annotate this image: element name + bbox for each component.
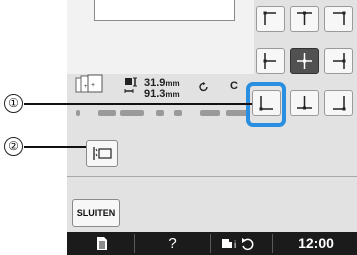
- position-button-center-left[interactable]: [256, 48, 285, 74]
- position-button-top-left[interactable]: [256, 6, 285, 32]
- position-button-top-right[interactable]: [324, 6, 353, 32]
- size-icon: [124, 77, 137, 93]
- bottom-bar-separator: [272, 234, 273, 253]
- basting-icon: [93, 147, 112, 160]
- document-icon[interactable]: [96, 236, 108, 251]
- bottom-bar-separator: [210, 234, 211, 253]
- edge-top-center-icon: [297, 11, 312, 25]
- position-button-center[interactable]: [290, 48, 319, 74]
- position-button-top-center[interactable]: [290, 6, 319, 32]
- position-button-center-right[interactable]: [324, 48, 353, 74]
- svg-text:+: +: [84, 84, 88, 90]
- position-button-bottom-center[interactable]: [290, 90, 319, 116]
- callout-2: ②: [4, 137, 23, 156]
- center-cross-icon: [297, 53, 312, 69]
- help-button[interactable]: ?: [135, 232, 210, 255]
- frame-toggle-icon[interactable]: + +: [75, 74, 104, 94]
- rotation-icon: [199, 82, 208, 92]
- basting-button[interactable]: [86, 140, 118, 167]
- edge-center-right-icon: [333, 53, 346, 69]
- callout-2-line: [24, 146, 94, 148]
- height-readout: 91.3mm: [144, 88, 180, 101]
- svg-text:+: +: [91, 82, 95, 89]
- obscured-readout: [76, 110, 250, 116]
- screen: + + 31.9mm 91.3mm C ① ② SLUITEN ? i 12:0…: [0, 0, 357, 255]
- callout-1: ①: [4, 94, 23, 113]
- embroidery-frame-outline: [94, 0, 235, 21]
- svg-text:i: i: [234, 240, 236, 251]
- corner-top-left-icon: [263, 11, 276, 25]
- close-button[interactable]: SLUITEN: [72, 199, 120, 227]
- height-unit: mm: [165, 90, 180, 99]
- position-button-bottom-right[interactable]: [324, 90, 353, 116]
- edge-center-left-icon: [263, 53, 276, 69]
- panel-divider: [67, 176, 357, 177]
- clock: 12:00: [298, 235, 334, 251]
- width-unit: mm: [165, 79, 180, 88]
- partial-status-text: C: [230, 80, 238, 92]
- corner-top-right-icon: [333, 11, 346, 25]
- height-value: 91.3: [144, 88, 166, 100]
- callout-1-line: [24, 103, 252, 105]
- edge-bottom-center-icon: [297, 96, 312, 110]
- machine-status-icon: i: [222, 238, 254, 251]
- highlight-frame: [246, 82, 286, 127]
- corner-bottom-right-icon: [333, 96, 346, 111]
